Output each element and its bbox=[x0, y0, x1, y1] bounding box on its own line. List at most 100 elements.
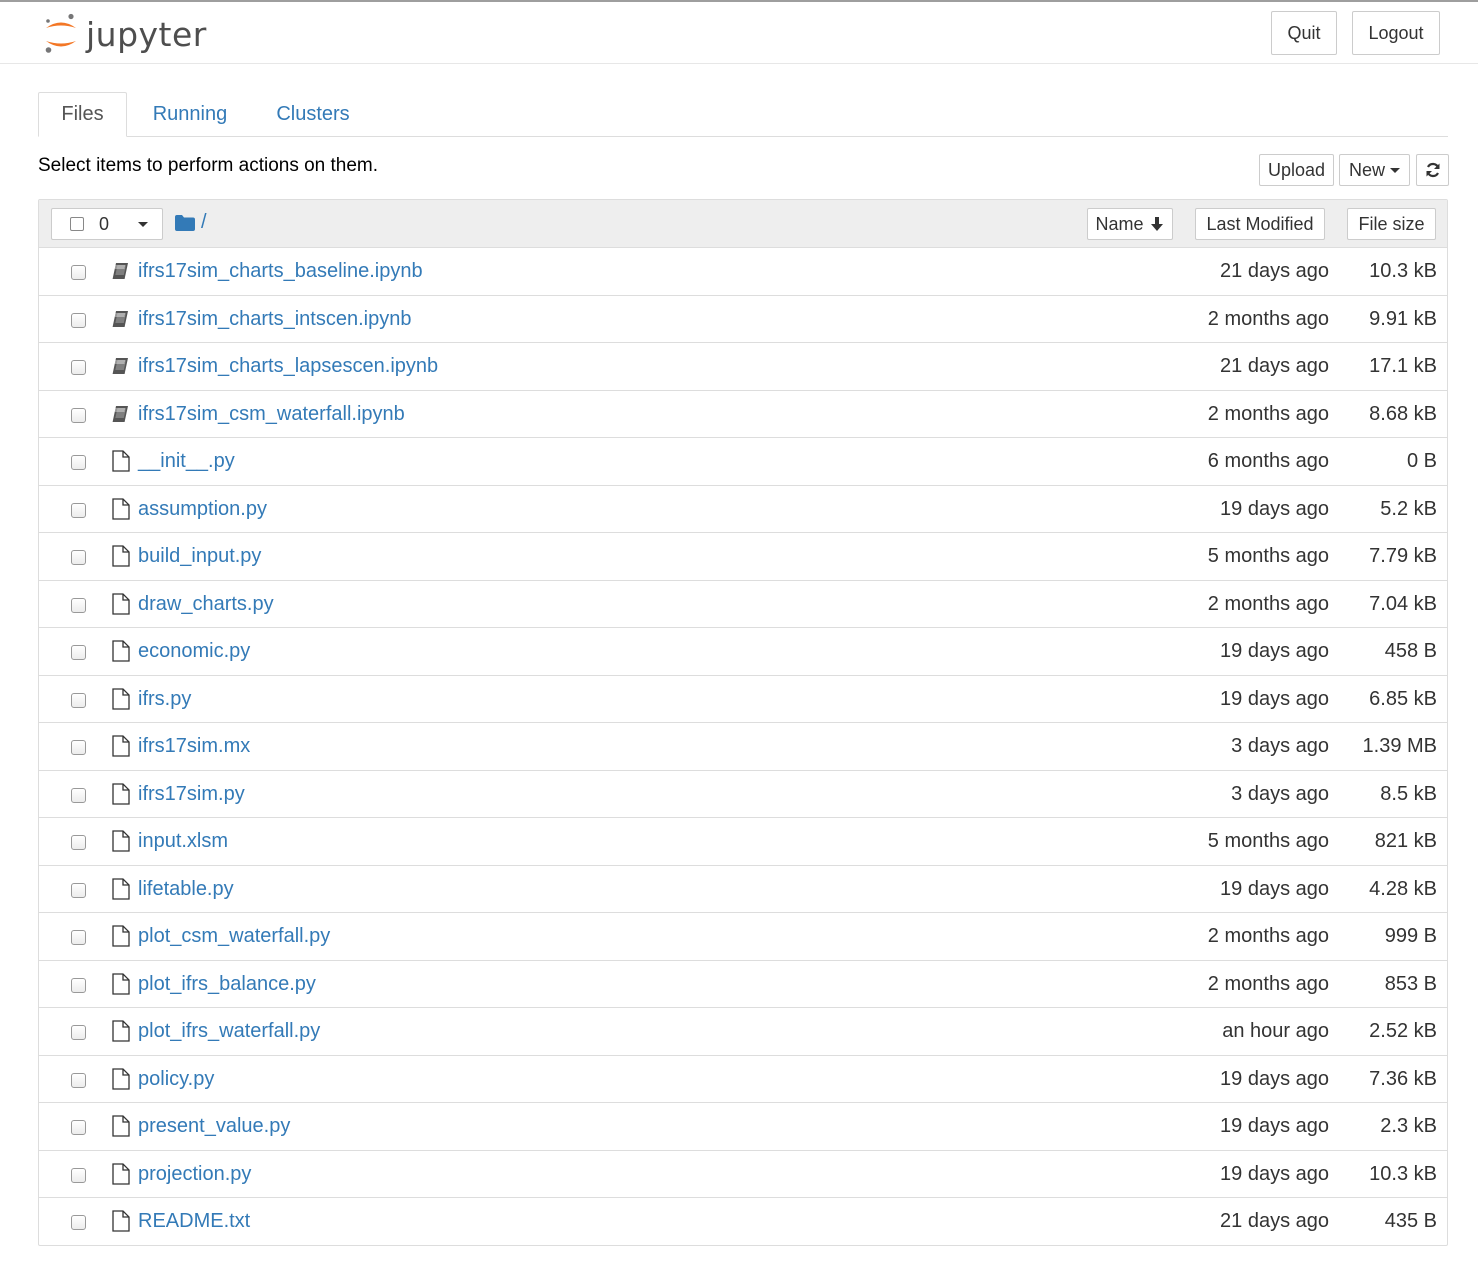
file-size: 5.2 kB bbox=[1380, 497, 1437, 520]
file-size: 8.5 kB bbox=[1380, 782, 1437, 805]
file-last-modified: 19 days ago bbox=[1220, 877, 1329, 900]
file-name-link[interactable]: projection.py bbox=[138, 1163, 251, 1186]
file-row[interactable]: plot_csm_waterfall.py 2 months ago 999 B bbox=[39, 913, 1447, 961]
file-name-link[interactable]: assumption.py bbox=[138, 498, 267, 521]
file-name-link[interactable]: present_value.py bbox=[138, 1115, 290, 1138]
file-row[interactable]: policy.py 19 days ago 7.36 kB bbox=[39, 1056, 1447, 1103]
file-name-link[interactable]: plot_ifrs_balance.py bbox=[138, 973, 316, 996]
sort-last-modified-button[interactable]: Last Modified bbox=[1195, 208, 1325, 240]
logout-button[interactable]: Logout bbox=[1352, 11, 1440, 55]
row-checkbox[interactable] bbox=[71, 645, 86, 660]
row-checkbox[interactable] bbox=[71, 835, 86, 850]
file-name-link[interactable]: ifrs17sim.mx bbox=[138, 735, 250, 758]
breadcrumb-root[interactable]: / bbox=[201, 211, 207, 234]
row-checkbox[interactable] bbox=[71, 550, 86, 565]
row-checkbox[interactable] bbox=[71, 787, 86, 803]
file-name-link[interactable]: build_input.py bbox=[138, 545, 261, 568]
file-last-modified: 2 months ago bbox=[1207, 402, 1329, 425]
row-checkbox[interactable] bbox=[71, 312, 86, 328]
file-name-link[interactable]: input.xlsm bbox=[138, 830, 228, 853]
select-dropdown-button[interactable] bbox=[123, 208, 163, 240]
file-name-link[interactable]: draw_charts.py bbox=[138, 593, 274, 616]
file-name-link[interactable]: __init__.py bbox=[138, 450, 235, 473]
file-icon bbox=[111, 1020, 131, 1042]
row-checkbox[interactable] bbox=[71, 1025, 86, 1040]
file-name-link[interactable]: README.txt bbox=[138, 1210, 250, 1233]
sort-name-button[interactable]: Name bbox=[1087, 208, 1173, 240]
file-name-link[interactable]: ifrs17sim_charts_intscen.ipynb bbox=[138, 308, 411, 331]
file-row[interactable]: lifetable.py 19 days ago 4.28 kB bbox=[39, 866, 1447, 913]
row-checkbox[interactable] bbox=[71, 265, 86, 280]
row-checkbox[interactable] bbox=[71, 692, 86, 708]
file-row[interactable]: input.xlsm 5 months ago 821 kB bbox=[39, 818, 1447, 866]
file-last-modified: 19 days ago bbox=[1220, 687, 1329, 710]
file-row[interactable]: ifrs17sim.mx 3 days ago 1.39 MB bbox=[39, 723, 1447, 771]
tab-running[interactable]: Running bbox=[134, 92, 246, 136]
row-checkbox[interactable] bbox=[71, 360, 86, 375]
jupyter-logo[interactable]: jupyter bbox=[44, 12, 207, 56]
file-name-link[interactable]: ifrs17sim_csm_waterfall.ipynb bbox=[138, 403, 405, 426]
sort-name-label: Name bbox=[1095, 213, 1144, 234]
row-checkbox[interactable] bbox=[71, 930, 86, 945]
file-row[interactable]: ifrs17sim_charts_intscen.ipynb 2 months a… bbox=[39, 296, 1447, 343]
file-last-modified: an hour ago bbox=[1222, 1020, 1329, 1042]
folder-icon bbox=[175, 214, 195, 231]
file-row[interactable]: ifrs17sim_charts_baseline.ipynb 21 days a… bbox=[39, 248, 1447, 296]
row-checkbox[interactable] bbox=[71, 502, 86, 518]
select-all-checkbox[interactable] bbox=[70, 217, 84, 231]
file-name-link[interactable]: ifrs17sim.py bbox=[138, 783, 245, 806]
upload-button[interactable]: Upload bbox=[1259, 154, 1334, 186]
jupyter-logo-icon bbox=[45, 13, 76, 53]
row-checkbox[interactable] bbox=[71, 1072, 86, 1088]
file-row[interactable]: draw_charts.py 2 months ago 7.04 kB bbox=[39, 581, 1447, 628]
file-icon bbox=[111, 735, 131, 757]
file-row[interactable]: assumption.py 19 days ago 5.2 kB bbox=[39, 486, 1447, 533]
file-last-modified: 2 months ago bbox=[1207, 307, 1329, 330]
row-checkbox[interactable] bbox=[71, 597, 86, 613]
row-checkbox[interactable] bbox=[71, 1120, 86, 1135]
notebook-icon bbox=[111, 308, 131, 330]
file-icon bbox=[111, 592, 131, 615]
file-row[interactable]: plot_ifrs_balance.py 2 months ago 853 B bbox=[39, 961, 1447, 1008]
file-row[interactable]: economic.py 19 days ago 458 B bbox=[39, 628, 1447, 676]
row-checkbox[interactable] bbox=[71, 882, 86, 898]
file-size: 458 B bbox=[1384, 640, 1437, 662]
tab-clusters[interactable]: Clusters bbox=[260, 92, 366, 136]
sort-file-size-button[interactable]: File size bbox=[1347, 208, 1436, 240]
new-button[interactable]: New bbox=[1339, 154, 1410, 186]
file-size: 8.68 kB bbox=[1369, 402, 1437, 425]
file-row[interactable]: present_value.py 19 days ago 2.3 kB bbox=[39, 1103, 1447, 1151]
file-size: 7.36 kB bbox=[1369, 1067, 1437, 1090]
file-row[interactable]: ifrs17sim_csm_waterfall.ipynb 2 months ag… bbox=[39, 391, 1447, 438]
file-row[interactable]: README.txt 21 days ago 435 B bbox=[39, 1198, 1447, 1246]
row-checkbox[interactable] bbox=[71, 1215, 86, 1230]
file-row[interactable]: __init__.py 6 months ago 0 B bbox=[39, 438, 1447, 486]
file-row[interactable]: ifrs17sim.py 3 days ago 8.5 kB bbox=[39, 771, 1447, 818]
breadcrumb[interactable]: / bbox=[175, 211, 207, 234]
file-name-link[interactable]: lifetable.py bbox=[138, 878, 234, 901]
file-last-modified: 19 days ago bbox=[1220, 497, 1329, 520]
file-name-link[interactable]: ifrs17sim_charts_baseline.ipynb bbox=[138, 260, 423, 283]
row-checkbox[interactable] bbox=[71, 455, 86, 470]
file-name-link[interactable]: plot_ifrs_waterfall.py bbox=[138, 1020, 320, 1043]
row-checkbox[interactable] bbox=[71, 740, 86, 755]
tab-files[interactable]: Files bbox=[38, 92, 127, 137]
file-row[interactable]: projection.py 19 days ago 10.3 kB bbox=[39, 1151, 1447, 1198]
file-name-link[interactable]: plot_csm_waterfall.py bbox=[138, 925, 330, 948]
file-name-link[interactable]: economic.py bbox=[138, 640, 250, 663]
file-name-link[interactable]: ifrs17sim_charts_lapsescen.ipynb bbox=[138, 355, 438, 378]
file-name-link[interactable]: ifrs.py bbox=[138, 688, 191, 711]
row-checkbox[interactable] bbox=[71, 1167, 86, 1183]
quit-button[interactable]: Quit bbox=[1271, 11, 1337, 55]
tab-bar: Files Running Clusters bbox=[38, 92, 1448, 137]
file-row[interactable]: plot_ifrs_waterfall.py an hour ago 2.52 kB bbox=[39, 1008, 1447, 1056]
file-size: 435 B bbox=[1384, 1210, 1437, 1232]
row-checkbox[interactable] bbox=[71, 977, 86, 993]
refresh-button[interactable] bbox=[1416, 154, 1449, 186]
file-last-modified: 2 months ago bbox=[1207, 972, 1329, 995]
file-row[interactable]: ifrs.py 19 days ago 6.85 kB bbox=[39, 676, 1447, 723]
row-checkbox[interactable] bbox=[71, 407, 86, 423]
file-row[interactable]: ifrs17sim_charts_lapsescen.ipynb 21 days … bbox=[39, 343, 1447, 391]
file-row[interactable]: build_input.py 5 months ago 7.79 kB bbox=[39, 533, 1447, 581]
file-name-link[interactable]: policy.py bbox=[138, 1068, 214, 1091]
